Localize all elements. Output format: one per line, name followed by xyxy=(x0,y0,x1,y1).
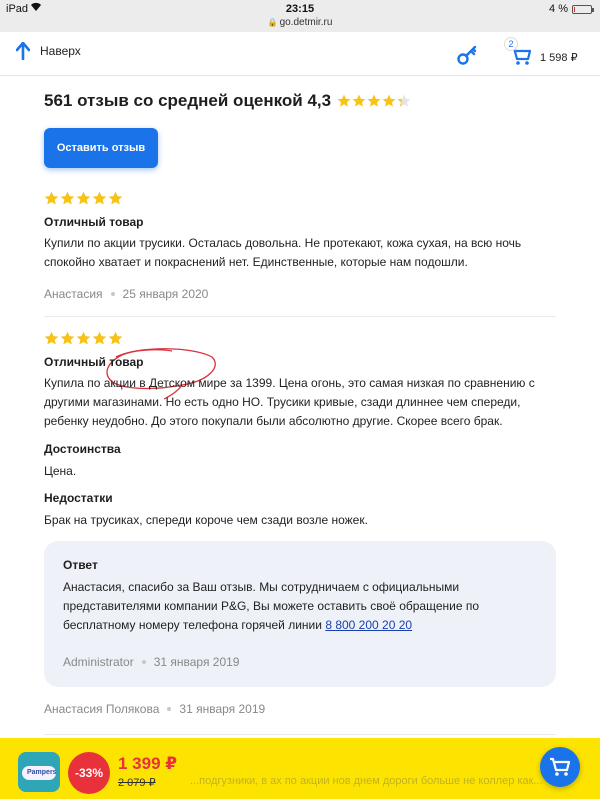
discount-badge: -33% xyxy=(68,752,110,794)
review-meta: Анастасия 25 января 2020 xyxy=(44,287,556,301)
star-icon xyxy=(44,191,59,205)
review-divider xyxy=(44,316,556,317)
review-author: Анастасия xyxy=(44,287,103,301)
cart-count-badge: 2 xyxy=(504,37,518,51)
review-stars xyxy=(44,191,556,206)
rating-summary-text: 561 отзыв со средней оценкой 4,3 xyxy=(44,91,332,110)
answer-text: Анастасия, спасибо за Ваш отзыв. Мы сотр… xyxy=(63,578,533,635)
answer-body: Анастасия, спасибо за Ваш отзыв. Мы сотр… xyxy=(63,580,480,632)
product-thumbnail[interactable]: Pampers xyxy=(18,752,60,792)
star-icon xyxy=(60,331,75,345)
pros-text: Цена. xyxy=(44,464,77,478)
battery-percent: 4 % xyxy=(549,3,568,15)
answer-author: Administrator xyxy=(63,655,134,669)
seller-answer: Ответ Анастасия, спасибо за Ваш отзыв. М… xyxy=(44,541,556,687)
battery-indicator: 4 % xyxy=(549,3,594,15)
review-text: Купили по акции трусики. Осталась доволь… xyxy=(44,236,522,269)
review-author: Анастасия Полякова xyxy=(44,702,160,716)
header-cart[interactable]: 2 1 598 ₽ xyxy=(504,37,578,68)
cart-total: 1 598 ₽ xyxy=(540,51,578,64)
rating-stars xyxy=(337,94,411,108)
star-icon xyxy=(382,94,396,107)
sticky-product-bar: ...подгузники, в ах по акции нов днем до… xyxy=(0,738,600,799)
star-icon xyxy=(397,94,411,107)
separator-dot xyxy=(167,707,172,711)
key-icon[interactable] xyxy=(456,44,478,66)
review-meta: Анастасия Полякова 31 января 2019 xyxy=(44,702,265,716)
old-price: 2 079 ₽ xyxy=(118,777,156,789)
scroll-to-top-label: Наверх xyxy=(40,44,81,58)
review-title: Отличный товар xyxy=(44,215,144,229)
hotline-phone-link[interactable]: 8 800 200 20 20 xyxy=(325,618,412,632)
obscured-review-text: ...подгузники, в ах по акции нов днем до… xyxy=(190,775,543,787)
review-item: Отличный товар Купили по акции трусики. … xyxy=(44,191,556,301)
star-icon xyxy=(44,331,59,345)
star-icon xyxy=(76,331,91,345)
current-price: 1 399 ₽ xyxy=(118,754,178,773)
star-icon xyxy=(108,331,123,345)
top-navigation: Наверх 2 1 598 ₽ xyxy=(0,32,600,76)
cons-title: Недостатки xyxy=(44,491,113,505)
status-bar: iPad 23:15 🔒 go.detmir.ru 4 % xyxy=(0,0,600,32)
leave-review-button[interactable]: Оставить отзыв xyxy=(44,128,158,168)
review-title: Отличный товар xyxy=(44,355,144,369)
url-bar[interactable]: 🔒 go.detmir.ru xyxy=(0,17,600,28)
separator-dot xyxy=(141,660,146,664)
pros-title: Достоинства xyxy=(44,442,121,456)
star-icon xyxy=(367,94,381,107)
lock-icon: 🔒 xyxy=(267,18,278,27)
arrow-up-icon xyxy=(16,42,30,60)
review-stars xyxy=(44,331,556,346)
review-date: 31 января 2019 xyxy=(179,702,266,716)
star-icon xyxy=(60,191,75,205)
answer-title: Ответ xyxy=(63,558,98,572)
cons-text: Брак на трусиках, спереди короче чем сза… xyxy=(44,513,368,527)
battery-icon xyxy=(572,4,594,14)
star-icon xyxy=(352,94,366,107)
scroll-to-top-button[interactable]: Наверх xyxy=(16,42,81,60)
star-icon xyxy=(337,94,351,107)
cart-icon xyxy=(550,757,571,776)
star-icon xyxy=(76,191,91,205)
add-to-cart-button[interactable] xyxy=(540,747,580,787)
cart-icon: 2 xyxy=(504,37,532,68)
review-divider xyxy=(44,734,556,735)
star-icon xyxy=(108,191,123,205)
review-text: Купила по акции в Детском мире за 1399. … xyxy=(44,376,535,428)
url-text: go.detmir.ru xyxy=(279,17,333,28)
separator-dot xyxy=(110,292,115,296)
answer-date: 31 января 2019 xyxy=(153,655,240,669)
clock: 23:15 xyxy=(285,3,315,15)
star-icon xyxy=(92,191,107,205)
star-icon xyxy=(92,331,107,345)
review-item: Отличный товар Купила по акции в Детском… xyxy=(44,331,556,527)
rating-summary: 561 отзыв со средней оценкой 4,3 xyxy=(44,91,411,111)
review-date: 25 января 2020 xyxy=(122,287,209,301)
answer-meta: Administrator 31 января 2019 xyxy=(63,655,239,669)
